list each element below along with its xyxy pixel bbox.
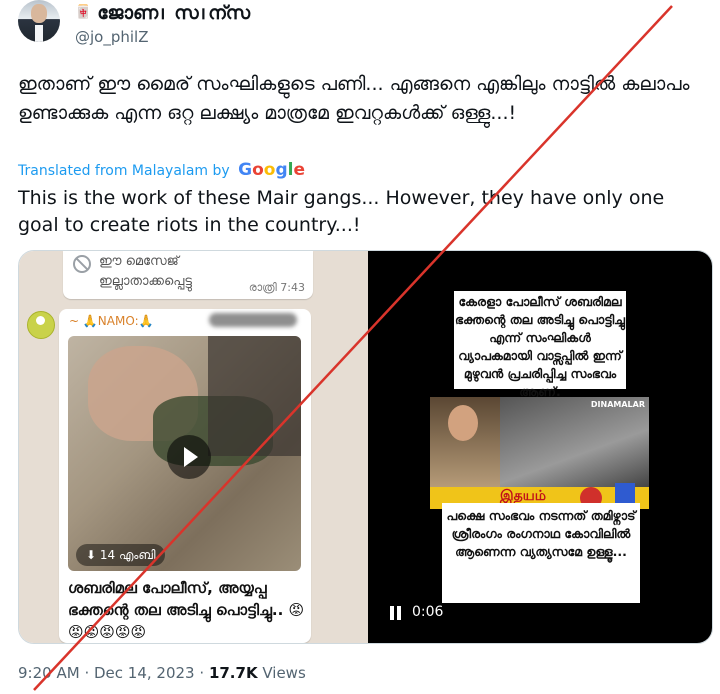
tweet-date[interactable]: Dec 14, 2023 <box>94 664 195 682</box>
translation-attribution[interactable]: Translated from Malayalam by Google <box>18 160 305 180</box>
whatsapp-screenshot[interactable]: ഈ മെസേജ് ഇല്ലാതാക്കപ്പെട്ടു രാത്രി 7:43 … <box>19 251 368 643</box>
avatar-shirt <box>35 25 43 42</box>
views-count: 17.7K <box>208 664 258 682</box>
message-caption: ശബരിമല പോലീസ്, അയ്യപ്പ ഭക്തന്റെ തല അടിച്… <box>68 579 305 641</box>
news-footage <box>500 397 649 487</box>
news-anchor-face <box>448 405 478 441</box>
play-icon[interactable] <box>167 435 211 479</box>
author-name-text: ജോണ। സ।ന്സ <box>97 2 251 24</box>
sender-name: ~ 🙏NAMO:🙏 <box>69 314 154 328</box>
meta-separator: · <box>84 664 90 682</box>
tweet-media[interactable]: ഈ മെസേജ് ഇല്ലാതാക്കപ്പെട്ടു രാത്രി 7:43 … <box>18 250 713 644</box>
deleted-message-text: ഈ മെസേജ് ഇല്ലാതാക്കപ്പെട്ടു <box>99 254 192 289</box>
views-label: Views <box>262 664 306 682</box>
tweet-time[interactable]: 9:20 AM <box>18 664 80 682</box>
news-anchor-panel <box>430 397 500 487</box>
redacted-number <box>209 313 297 327</box>
thumb-shadow <box>208 336 301 456</box>
affiliation-badge-icon: 🀄 <box>75 5 92 20</box>
tweet-meta: 9:20 AM · Dec 14, 2023 · 17.7K Views <box>18 664 306 682</box>
video-message-bubble: ~ 🙏NAMO:🙏 ⬇ 14 എംബി ശബരിമല പോലീസ്, അയ്യപ… <box>59 309 311 643</box>
video-size-badge[interactable]: ⬇ 14 എംബി <box>76 544 166 566</box>
avatar-face <box>31 4 47 23</box>
author-avatar[interactable] <box>18 0 60 42</box>
author-name[interactable]: 🀄 ജോണ। സ।ന്സ <box>75 2 250 24</box>
tweet-text-translated: This is the work of these Mair gangs... … <box>18 187 665 236</box>
video-player[interactable]: കേരളാ പോലീസ് ശബരിമല ഭക്തന്റെ തല അടിച്ചു … <box>368 251 712 643</box>
tweet-text-original: ഇതാണ് ഈ മൈര് സംഘികളുടെ പണി... എങ്ങനെ എങ്… <box>18 73 690 124</box>
video-caption-top: കേരളാ പോലീസ് ശബരിമല ഭക്തന്റെ തല അടിച്ചു … <box>454 291 626 399</box>
video-thumbnail[interactable]: ⬇ 14 എംബി <box>68 336 301 571</box>
pause-icon[interactable] <box>390 606 402 620</box>
google-logo: Google <box>238 160 305 180</box>
news-clip: DINAMALAR இதயம் <box>430 397 649 509</box>
meta-separator-2: · <box>199 664 205 682</box>
deleted-message-bubble: ഈ മെസേജ് ഇല്ലാതാക്കപ്പെട്ടു രാത്രി 7:43 <box>63 251 313 299</box>
sender-avatar <box>27 311 55 339</box>
deleted-icon <box>73 255 91 273</box>
video-elapsed-time: 0:06 <box>412 604 444 620</box>
translation-label: Translated from Malayalam by <box>18 163 230 179</box>
video-caption-bottom: പക്ഷെ സംഭവം നടന്നത് തമിഴ്നാട് ശ്രീരംഗം ര… <box>442 503 640 603</box>
author-handle[interactable]: @jo_philZ <box>75 28 148 46</box>
news-logo: DINAMALAR <box>590 400 645 409</box>
deleted-message-time: രാത്രി 7:43 <box>248 281 305 294</box>
